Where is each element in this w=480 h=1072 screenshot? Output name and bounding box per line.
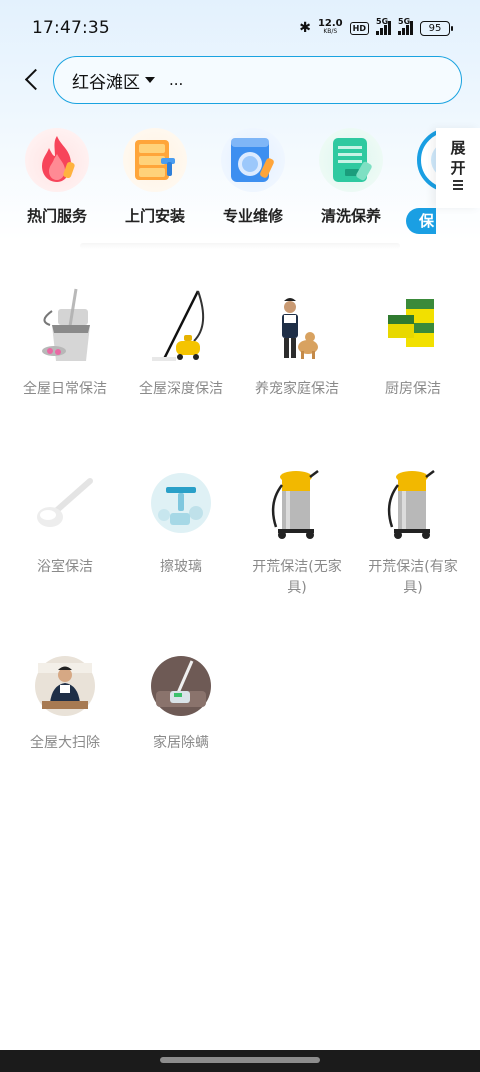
menu-lines-icon — [453, 180, 463, 192]
category-divider — [80, 243, 400, 249]
expand-label-1: 展 — [450, 139, 466, 157]
bluetooth-icon: ✱ — [299, 20, 311, 36]
service-label: 开荒保洁(无家具) — [252, 559, 342, 596]
service-label: 全屋日常保洁 — [23, 381, 107, 397]
system-nav-bar — [0, 1050, 480, 1072]
signal-sim2-icon: 5G — [398, 17, 413, 35]
network-speed-value: 12.0 — [317, 18, 343, 29]
service-item[interactable]: 全屋大扫除 — [7, 653, 123, 754]
service-label: 家居除螨 — [153, 735, 209, 751]
tab-hot-services[interactable]: 热门服务 — [12, 128, 102, 226]
location-selector[interactable]: 红谷滩区 — [72, 68, 140, 93]
tab-cleaning-active[interactable] — [404, 128, 436, 192]
service-label: 浴室保洁 — [37, 559, 93, 575]
service-label: 养宠家庭保洁 — [255, 381, 339, 397]
service-item[interactable]: 养宠家庭保洁 — [239, 285, 355, 400]
washing-machine-repair-icon — [221, 128, 285, 192]
category-label: 清洗保养 — [320, 207, 381, 225]
service-item[interactable]: 开荒保洁(有家具) — [355, 463, 471, 599]
window-squeegee-icon — [148, 463, 214, 543]
service-label: 厨房保洁 — [385, 381, 441, 397]
expand-categories-button[interactable]: 展 开 — [436, 128, 480, 208]
cleaning-icon — [417, 128, 436, 192]
category-label: 热门服务 — [26, 207, 87, 225]
tab-home-install[interactable]: 上门安装 — [110, 128, 200, 226]
service-label: 全屋深度保洁 — [139, 381, 223, 397]
hd-badge-icon: HD — [349, 21, 369, 35]
vacuum-cleaner-icon — [264, 463, 330, 543]
search-header: 红谷滩区 ... — [0, 56, 480, 104]
search-box[interactable]: 红谷滩区 ... — [53, 56, 462, 104]
sim1-label: 5G — [376, 17, 389, 26]
pet-cleaner-icon — [264, 285, 330, 365]
status-time: 17:47:35 — [32, 18, 110, 38]
expand-label-2: 开 — [450, 159, 466, 177]
steam-cleaner-icon — [148, 285, 214, 365]
tab-cleaning-maintenance[interactable]: 清洗保养 — [306, 128, 396, 226]
battery-icon: 95 — [420, 20, 453, 36]
mite-remover-icon — [148, 653, 214, 719]
status-icons: ✱ 12.0 KB/S HD 5G 5G 95 — [299, 17, 453, 36]
sim2-label: 5G — [398, 17, 411, 26]
search-input[interactable]: ... — [169, 71, 183, 89]
cabinet-install-icon — [123, 128, 187, 192]
tab-pro-repair[interactable]: 专业维修 — [208, 128, 298, 226]
service-item[interactable]: 厨房保洁 — [355, 285, 471, 400]
status-bar: 17:47:35 ✱ 12.0 KB/S HD 5G 5G 95 — [0, 0, 480, 56]
service-item[interactable]: 全屋深度保洁 — [123, 285, 239, 400]
home-gesture-handle[interactable] — [160, 1057, 320, 1063]
cleaner-person-icon — [32, 653, 98, 719]
network-speed-unit: KB/S — [323, 28, 338, 35]
vacuum-cleaner-icon — [380, 463, 446, 543]
service-label: 擦玻璃 — [160, 559, 202, 575]
service-item[interactable]: 浴室保洁 — [7, 463, 123, 578]
service-label: 开荒保洁(有家具) — [368, 559, 458, 596]
mop-bucket-icon — [32, 285, 98, 365]
category-label: 专业维修 — [222, 207, 283, 225]
service-item[interactable]: 家居除螨 — [123, 653, 239, 754]
category-label: 上门安装 — [124, 207, 185, 225]
signal-sim1-icon: 5G — [376, 17, 391, 35]
service-item[interactable]: 全屋日常保洁 — [7, 285, 123, 400]
fire-icon — [25, 128, 89, 192]
service-label: 全屋大扫除 — [30, 735, 100, 751]
caret-down-icon[interactable] — [145, 77, 155, 83]
back-arrow-icon[interactable] — [20, 66, 46, 94]
network-speed: 12.0 KB/S — [317, 18, 343, 36]
cleaning-doc-icon — [319, 128, 383, 192]
service-item[interactable]: 开荒保洁(无家具) — [239, 463, 355, 599]
service-item[interactable]: 擦玻璃 — [123, 463, 239, 578]
active-category-pill[interactable]: 保 — [406, 208, 436, 234]
bath-brush-icon — [32, 463, 98, 543]
battery-level: 95 — [428, 22, 442, 34]
sponge-icon — [380, 285, 446, 365]
category-tabs: 热门服务 上门安装 专业维修 清洗保养 保 — [0, 128, 436, 248]
